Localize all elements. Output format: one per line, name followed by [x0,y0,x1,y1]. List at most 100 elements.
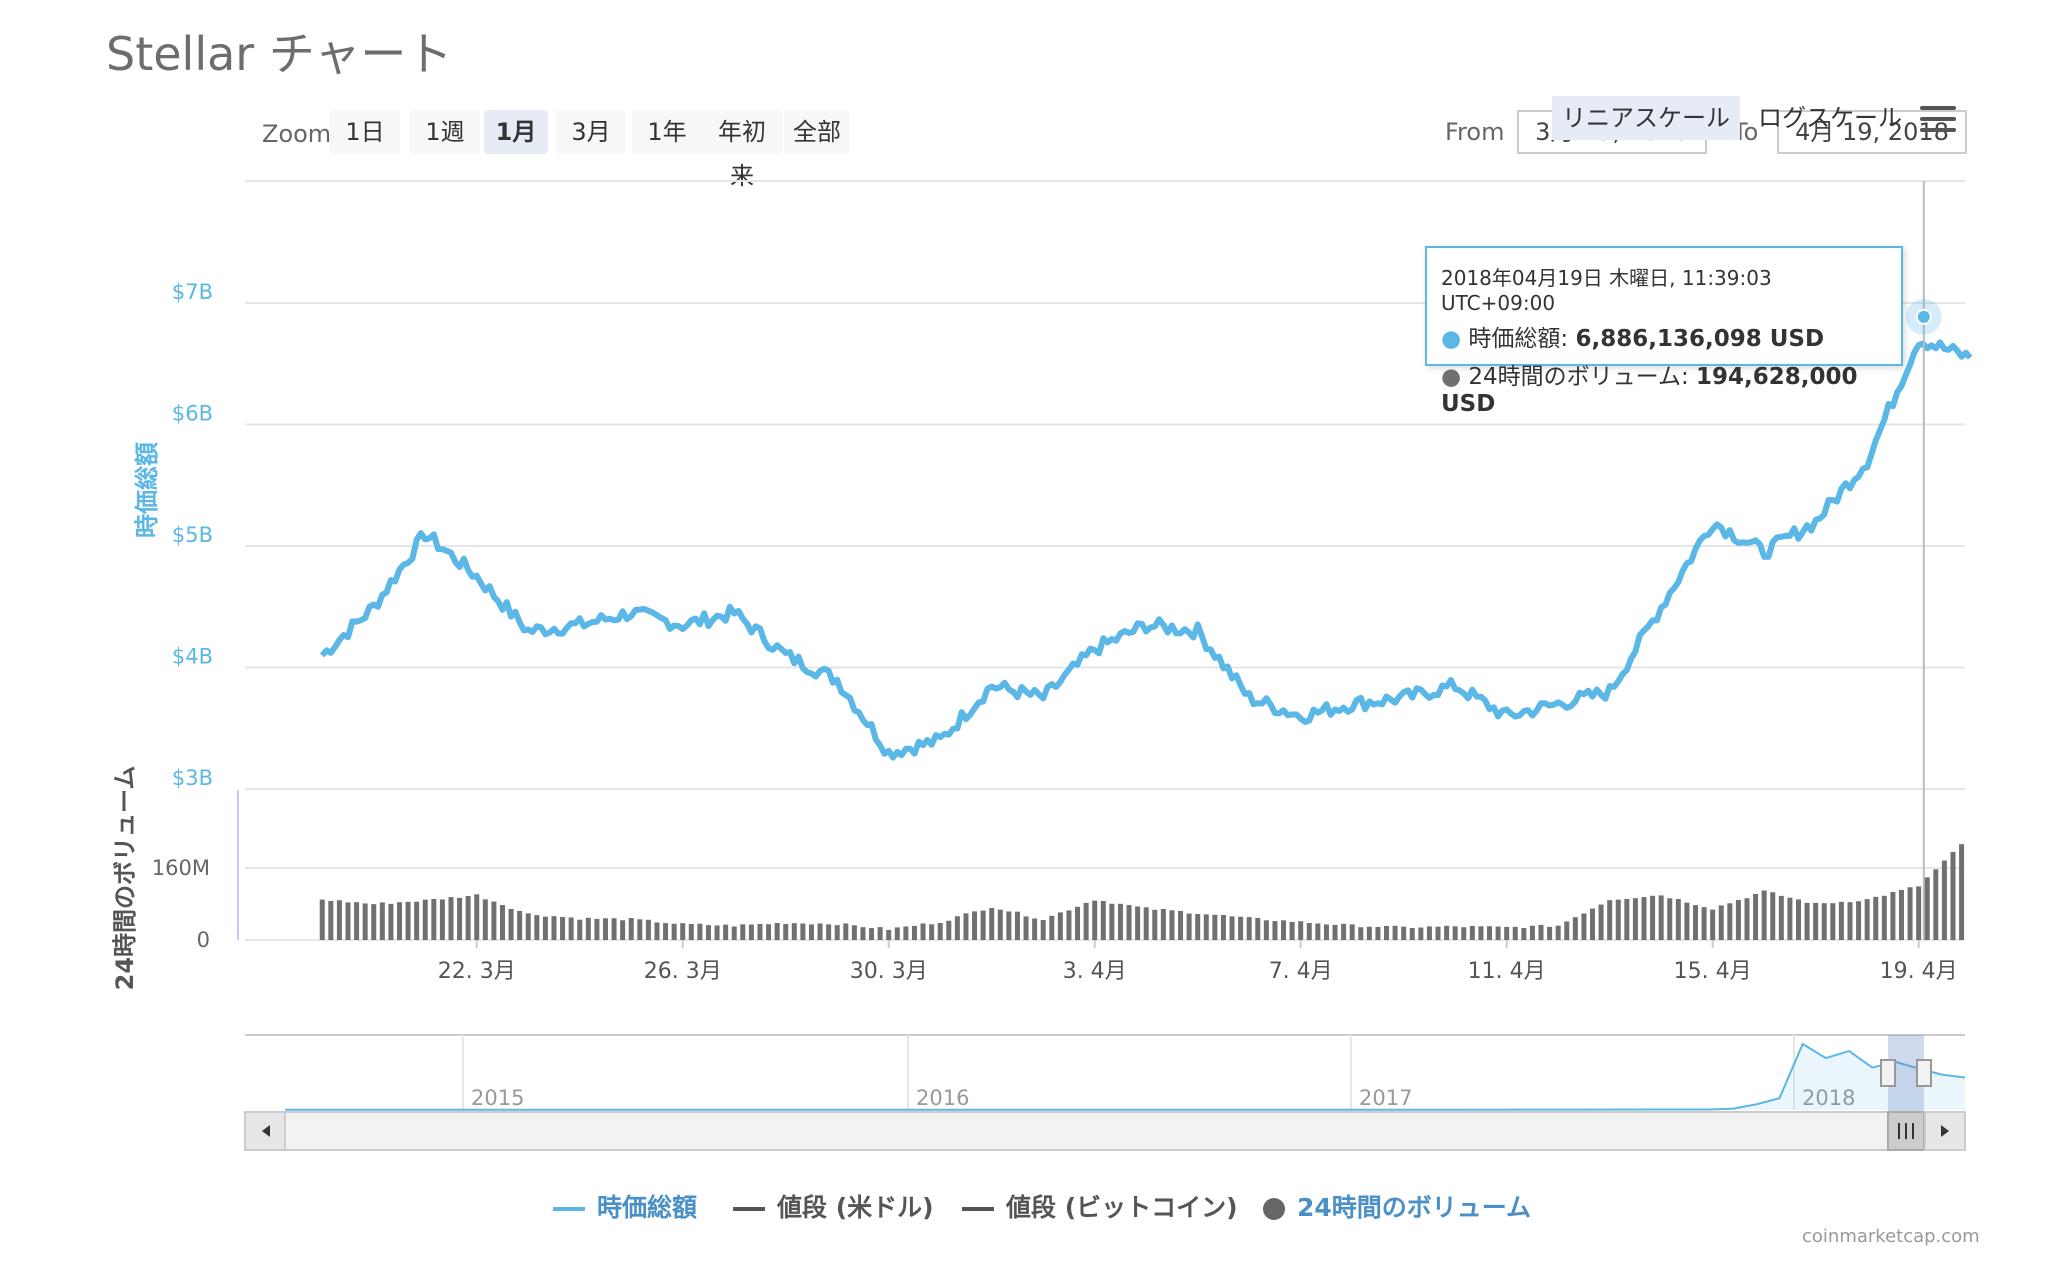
legend-price-btc[interactable]: 値段 (ビットコイン) [962,1188,1238,1224]
volume-bar [1186,913,1192,940]
volume-bar [534,915,540,940]
volume-axis-title: 24時間のボリューム [111,766,139,991]
volume-bar [1907,887,1913,940]
volume-bar [1770,892,1776,940]
volume-bar [903,926,909,940]
volume-bar [388,903,394,940]
scrollbar-track [244,1111,1966,1151]
volume-bar [1263,920,1269,940]
volume-bar [1959,844,1965,940]
volume-bar [620,920,626,940]
volume-bar [860,927,866,940]
volume-bar [680,923,686,940]
volume-bar [783,924,789,940]
volume-bar [448,897,454,940]
volume-bar [1941,860,1947,940]
x-tick-label: 26. 3月 [644,959,722,984]
volume-bar [362,903,368,940]
volume-bar [336,900,342,940]
legend-line-icon [553,1207,585,1211]
volume-bar [1864,899,1870,940]
volume-bar [766,924,772,940]
volume-bar [1950,851,1956,940]
volume-bar [997,909,1003,940]
volume-bar [1281,920,1287,940]
navigator-area [285,1044,1965,1110]
volume-bar [851,925,857,940]
x-tick-label: 7. 4月 [1269,959,1333,984]
volume-bar [1881,895,1887,940]
volume-bar [748,924,754,940]
volume-bar [1323,924,1329,940]
volume-bar [1444,925,1450,940]
volume-bar [1435,926,1441,940]
volume-bar [1692,905,1698,940]
volume-bar [1538,924,1544,940]
volume-bar [1478,926,1484,940]
volume-bar [1735,899,1741,940]
volume-bar [1572,917,1578,940]
volume-bar [972,911,978,940]
volume-bar [1521,928,1527,940]
volume-bar [1109,903,1115,940]
volume-bar [1838,901,1844,940]
volume-bar [671,923,677,940]
legend-price-usd-label: 値段 (米ドル) [777,1193,934,1222]
legend-volume[interactable]: 24時間のボリューム [1263,1188,1531,1224]
volume-bar [354,902,360,940]
volume-bar [757,924,763,940]
volume-bar [645,919,651,940]
volume-bar [1160,908,1166,940]
volume-bar [637,919,643,940]
volume-bar [525,913,531,940]
mcap-tick-label: $7B [172,280,213,304]
navigator-year-label: 2015 [471,1086,524,1110]
volume-bar [602,918,608,940]
volume-bar [1787,897,1793,940]
volume-bar [1847,902,1853,940]
volume-bar [1298,921,1304,940]
volume-bar [1126,904,1132,940]
legend-price-usd[interactable]: 値段 (米ドル) [733,1188,934,1224]
volume-series [319,844,1965,940]
volume-bar [808,924,814,940]
volume-bar [1083,902,1089,940]
volume-bar [1426,926,1432,940]
credit-link[interactable]: coinmarketcap.com [1802,1226,1980,1247]
volume-bar [1014,911,1020,940]
volume-bar [1461,927,1467,940]
volume-bar [577,919,583,940]
volume-bar [1564,921,1570,940]
volume-bar [1341,923,1347,940]
volume-bar [980,910,986,940]
volume-bar [1495,926,1501,940]
volume-bar [1272,921,1278,940]
chart-legend: 時価総額 値段 (米ドル) 値段 (ビットコイン) 24時間のボリューム [0,1188,2048,1228]
volume-bar [1795,899,1801,940]
volume-bar [1117,903,1123,940]
volume-bar [405,901,411,940]
volume-tick-label: 0 [197,928,210,952]
legend-mcap[interactable]: 時価総額 [553,1188,697,1224]
volume-bar [568,917,574,940]
volume-bar [474,894,480,940]
volume-bar [1452,926,1458,940]
navigator-handle [1916,1059,1932,1087]
volume-bar [1032,918,1038,940]
volume-bar [1581,913,1587,940]
volume-bar [611,918,617,940]
volume-bar [929,924,935,940]
volume-bar [1246,917,1252,940]
volume-bar [843,923,849,940]
volume-bar [1220,915,1226,940]
volume-bar [1598,904,1604,940]
tooltip-mcap-label: 時価総額: [1468,326,1569,352]
chart-svg: $3B $4B $5B $6B $7B 0 160M 22. 3月 26. 3月 30. 3月 3… [111,180,1973,1151]
volume-bar [1203,914,1209,940]
highlight-point [1915,308,1932,325]
mcap-tick-label: $5B [172,523,213,547]
volume-bar [1418,927,1424,940]
volume-bar [1821,903,1827,940]
volume-bar [1100,901,1106,940]
volume-bar [1924,877,1930,940]
